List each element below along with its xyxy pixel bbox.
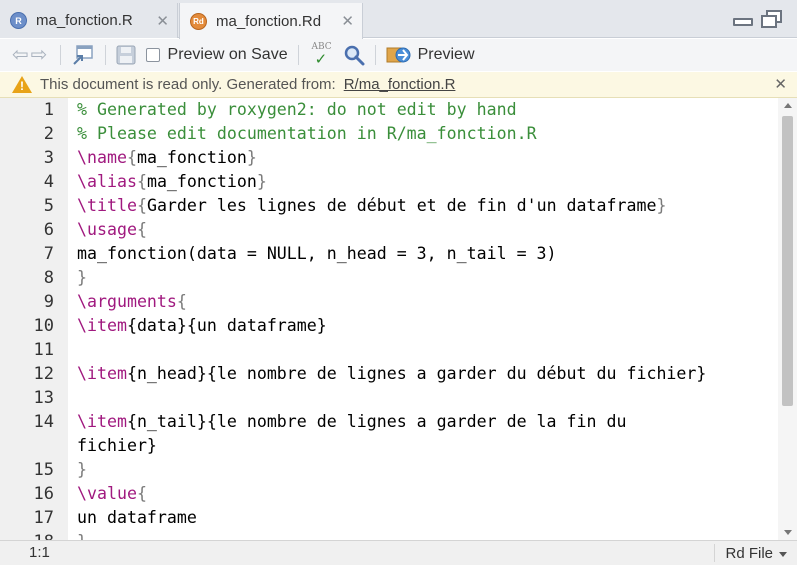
editor-toolbar: ⇦ ⇨ Preview on Save ABC ✓ Preview [0,39,797,71]
line-number: 1 [43,100,54,120]
line-number: 7 [43,244,54,264]
code-line: % Generated by roxygen2: do not edit by … [77,100,517,119]
line-number: 6 [43,220,54,240]
banner-text: This document is read only. Generated fr… [40,76,336,93]
preview-button[interactable]: Preview [418,46,475,64]
scroll-thumb[interactable] [782,116,793,406]
source-file-link[interactable]: R/ma_fonction.R [344,76,456,93]
search-icon[interactable] [343,44,365,66]
code-line-wrapped: fichier} [77,436,157,455]
code-line: \usage{ [77,220,147,239]
close-banner-icon[interactable]: ✕ [774,75,787,93]
line-number: 2 [43,124,54,144]
code-line: \value{ [77,484,147,503]
code-editor[interactable]: 1 2 3 4 5 6 7 8 9 10 11 12 13 14 15 16 1… [0,98,797,540]
status-bar: 1:1 Rd File [0,540,797,565]
tab-ma-fonction-r[interactable]: R ma_fonction.R ✕ [0,3,178,38]
window-controls [733,10,783,28]
chevron-down-icon [779,552,787,557]
preview-on-save-label: Preview on Save [167,46,288,63]
forward-arrow-icon[interactable]: ⇨ [31,45,48,65]
vertical-scrollbar[interactable] [778,98,797,540]
line-number-gutter: 1 2 3 4 5 6 7 8 9 10 11 12 13 14 15 16 1… [0,98,68,540]
save-icon[interactable] [116,45,136,65]
line-number: 11 [33,340,54,360]
r-file-icon: R [10,12,27,29]
close-icon[interactable]: ✕ [341,12,354,30]
warning-icon: ! [12,76,32,93]
line-number: 9 [43,292,54,312]
maximize-pane-icon[interactable] [761,10,783,28]
line-number: 10 [33,316,54,336]
tab-ma-fonction-rd[interactable]: Rd ma_fonction.Rd ✕ [179,3,363,39]
code-line: \alias{ma_fonction} [77,172,267,191]
tab-label: ma_fonction.R [36,12,133,29]
rd-file-icon: Rd [190,12,207,30]
scroll-down-icon[interactable] [784,530,792,535]
toolbar-separator [374,45,376,65]
code-line: } [77,530,87,540]
code-line: } [77,460,87,479]
cursor-position: 1:1 [29,544,50,561]
tab-bar: R ma_fonction.R ✕ Rd ma_fonction.Rd ✕ [0,0,797,39]
close-icon[interactable]: ✕ [156,12,169,30]
code-line: \title{Garder les lignes de début et de … [77,196,667,215]
line-number: 3 [43,148,54,168]
line-number: 12 [33,364,54,384]
tab-label: ma_fonction.Rd [216,12,322,30]
code-line: \item{n_tail}{le nombre de lignes a gard… [77,412,627,431]
toolbar-separator [297,45,299,65]
code-line: % Please edit documentation in R/ma_fonc… [77,124,537,143]
line-number: 15 [33,460,54,480]
line-number: 4 [43,172,54,192]
code-line: \name{ma_fonction} [77,148,257,167]
toolbar-separator [104,45,106,65]
code-line: \item{n_head}{le nombre de lignes a gard… [77,364,707,383]
preview-icon[interactable] [386,44,412,66]
code-line: } [77,268,87,287]
file-type-label: Rd File [725,544,773,562]
line-number: 16 [33,484,54,504]
preview-on-save-checkbox[interactable] [145,48,160,62]
back-arrow-icon[interactable]: ⇦ [12,45,29,65]
line-number: 18 [34,530,54,540]
code-line: \arguments{ [77,292,187,311]
line-number: 13 [33,388,54,408]
line-number: 14 [33,412,54,432]
read-only-banner: ! This document is read only. Generated … [0,72,797,98]
spellcheck-icon[interactable]: ABC ✓ [309,43,335,67]
minimize-pane-icon[interactable] [733,18,753,26]
scroll-up-icon[interactable] [784,103,792,108]
line-number: 17 [33,508,54,528]
line-number: 5 [43,196,54,216]
code-line: un dataframe [77,508,197,527]
code-line: \item{data}{un dataframe} [77,316,327,335]
show-in-window-icon[interactable] [71,44,95,66]
file-type-selector[interactable]: Rd File [714,544,787,562]
code-line: ma_fonction(data = NULL, n_head = 3, n_t… [77,244,557,263]
toolbar-separator [59,45,61,65]
line-number: 8 [43,268,54,288]
